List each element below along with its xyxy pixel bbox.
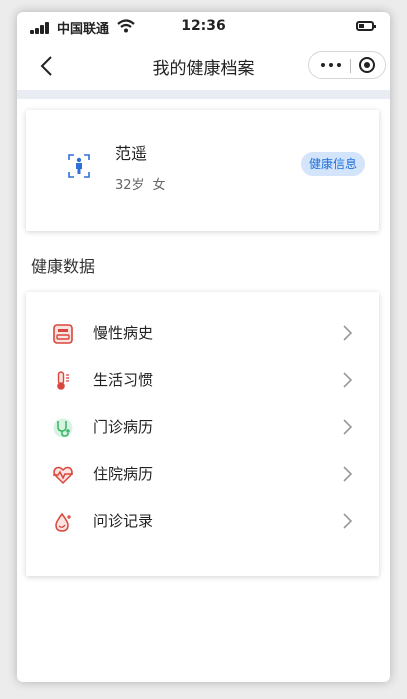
health-info-button[interactable]: 健康信息	[301, 152, 366, 176]
chevron-right-icon	[343, 419, 352, 435]
list-item-lifestyle[interactable]: 生活习惯	[26, 357, 379, 404]
person-scan-icon	[68, 154, 90, 178]
heartbeat-icon	[53, 466, 73, 485]
chevron-right-icon	[343, 466, 352, 482]
list-item-inpatient-records[interactable]: 住院病历	[26, 451, 379, 498]
close-icon[interactable]	[359, 57, 375, 73]
scale-icon	[53, 324, 73, 344]
battery-icon	[356, 21, 376, 31]
more-icon[interactable]	[321, 63, 345, 69]
health-data-list: 慢性病史 生活习惯 门诊病历 住院病历 问诊记录	[26, 292, 379, 576]
status-bar: 中国联通 12:36	[17, 12, 390, 42]
list-item-consultation-records[interactable]: 问诊记录	[26, 498, 379, 545]
list-item-label: 问诊记录	[93, 512, 154, 530]
list-item-outpatient-records[interactable]: 门诊病历	[26, 404, 379, 451]
status-time: 12:36	[181, 18, 226, 34]
user-meta: 32岁女	[115, 174, 166, 193]
profile-card: 范遥 32岁女 健康信息	[26, 110, 379, 231]
header-divider-strip	[17, 90, 390, 99]
list-item-label: 住院病历	[93, 465, 154, 483]
user-age: 32岁	[115, 178, 145, 193]
thermometer-icon	[57, 371, 69, 390]
consult-drop-icon	[55, 512, 71, 532]
list-item-chronic-history[interactable]: 慢性病史	[26, 310, 379, 357]
mini-program-capsule	[308, 51, 386, 79]
nav-bar: 我的健康档案	[17, 42, 390, 88]
list-item-label: 生活习惯	[93, 371, 154, 389]
chevron-right-icon	[343, 513, 352, 529]
phone-screen: 中国联通 12:36 我的健康档案 范遥 32岁女 健康信息 健康数据 慢性病史…	[17, 12, 390, 682]
chevron-right-icon	[343, 372, 352, 388]
chevron-right-icon	[343, 325, 352, 341]
stethoscope-icon	[53, 418, 73, 438]
capsule-divider	[350, 59, 351, 73]
list-item-label: 慢性病史	[93, 324, 154, 342]
section-title: 健康数据	[31, 257, 96, 276]
list-item-label: 门诊病历	[93, 418, 154, 436]
user-gender: 女	[152, 178, 166, 193]
user-name: 范遥	[115, 144, 148, 163]
